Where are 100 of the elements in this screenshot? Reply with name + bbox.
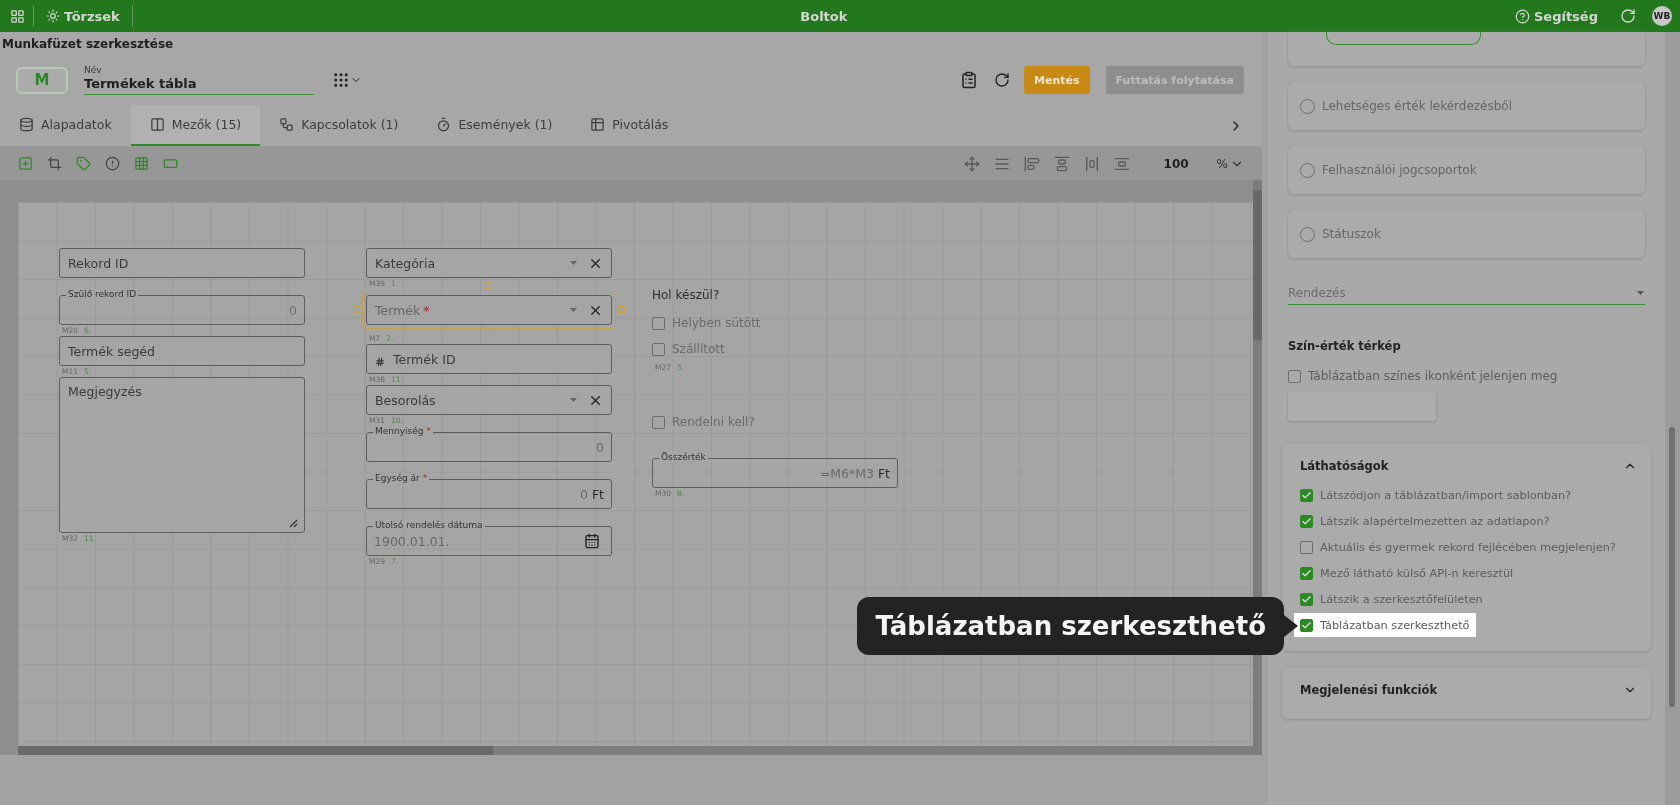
checkbox-label: Szállított [672, 342, 725, 356]
section-header[interactable]: Láthatóságok [1300, 459, 1637, 473]
checkbox-row[interactable]: Aktuális és gyermek rekord fejlécében megjelenjen? [1294, 535, 1622, 559]
section-title: Szín-érték térkép [1288, 339, 1402, 353]
resize-handle-icon[interactable] [289, 519, 298, 528]
checkbox-label: Látszik a szerkesztőfelületen [1320, 592, 1483, 606]
field-value: 1900.01.01. [374, 533, 451, 549]
move-icon[interactable] [963, 155, 980, 172]
checkbox-label: Aktuális és gyermek rekord fejlécében megjelenjen? [1320, 540, 1616, 554]
horizontal-scrollbar[interactable] [18, 746, 1253, 755]
checkbox[interactable] [1288, 369, 1301, 383]
dropdown-caret-icon [1636, 290, 1645, 296]
tab[interactable]: Események (1) [417, 105, 572, 146]
dots-grid-icon [332, 71, 350, 89]
checkbox[interactable] [1300, 540, 1313, 554]
checkbox[interactable] [1300, 514, 1313, 528]
dropdown-caret-icon [569, 260, 578, 266]
field-value: =M6*M3 [818, 465, 874, 481]
resize-handle[interactable] [485, 331, 492, 338]
sun-icon [46, 9, 60, 23]
date-field[interactable]: Utolsó rendelés dátuma 1900.01.01. [366, 520, 612, 556]
number-field[interactable]: Szülő rekord ID 0 [59, 289, 305, 325]
checkbox[interactable] [1300, 566, 1313, 580]
field-label: Összérték [659, 452, 708, 463]
tab-icon [149, 117, 165, 132]
tab[interactable]: Mezők (15) [130, 105, 261, 146]
tab[interactable]: Alapadatok [0, 105, 131, 146]
select-field[interactable]: Kategória [366, 248, 612, 278]
tab-icon [436, 117, 452, 132]
field-label: Kategória [375, 255, 437, 271]
checkbox[interactable] [1300, 618, 1313, 632]
unit-label: Ft [591, 486, 604, 502]
tag-icon[interactable] [76, 156, 91, 171]
name-field[interactable]: Név Termékek tábla [84, 65, 314, 95]
checkbox[interactable] [1300, 488, 1313, 502]
checkbox-label: Mező látható külső API-n keresztül [1320, 566, 1514, 580]
tab[interactable]: Pivotálás [571, 105, 688, 146]
align-top-icon[interactable] [1053, 155, 1070, 172]
radio-option[interactable]: Státuszok [1288, 210, 1645, 258]
help-button[interactable]: Segítség [1508, 4, 1604, 28]
grid-icon[interactable] [134, 156, 149, 171]
select-field[interactable]: Besorolás [366, 385, 612, 415]
tab-icon [590, 117, 606, 132]
field-value: 0 [578, 486, 588, 502]
required-mark: * [422, 473, 428, 483]
zoom-unit-dropdown[interactable]: % [1216, 156, 1244, 171]
tab-icon [279, 117, 295, 132]
checkbox-label: Helyben sütött [672, 316, 761, 330]
rectangle-icon[interactable] [163, 156, 178, 171]
checkbox-row[interactable]: Mező látható külső API-n keresztül [1294, 561, 1520, 585]
checkbox[interactable] [652, 316, 665, 330]
dropdown-caret-icon [569, 397, 578, 403]
outline-button[interactable] [1326, 32, 1481, 45]
textarea-field[interactable]: Megjegyzés [59, 377, 305, 533]
distribute-horizontal-icon[interactable] [1083, 155, 1100, 172]
calendar-icon[interactable] [584, 533, 600, 549]
user-avatar[interactable]: WB [1652, 6, 1672, 26]
help-icon [1514, 8, 1530, 24]
number-field[interactable]: Mennyiség * 0 [366, 426, 612, 462]
checkbox-label: Táblázatban szerkeszthető [1320, 618, 1470, 632]
resize-handle[interactable] [618, 306, 625, 313]
side-scrollbar[interactable] [1665, 32, 1680, 805]
radio-option[interactable]: Lehetséges érték lekérdezésből [1288, 82, 1645, 130]
refresh-icon[interactable] [1618, 6, 1638, 26]
field-value: 0 [595, 439, 604, 455]
field-label: Mennyiség * [373, 426, 433, 437]
checkbox[interactable] [652, 415, 665, 429]
tab-icon [19, 117, 34, 132]
id-field[interactable]: Termék ID [366, 344, 612, 374]
crop-icon[interactable] [47, 156, 62, 171]
checkbox-row[interactable]: Látszódjon a táblázatban/import sablonban? [1294, 483, 1578, 507]
unit-label: Ft [877, 465, 890, 481]
distribute-vertical-icon[interactable] [1113, 155, 1130, 172]
zoom-value: 100 [1163, 156, 1189, 171]
dropdown-caret-icon [569, 307, 578, 313]
checkbox[interactable] [1300, 592, 1313, 606]
checkbox-row[interactable]: Látszik alapértelmezetten az adatlapon? [1294, 509, 1556, 533]
section-header[interactable]: Megjelenési funkciók [1300, 683, 1637, 697]
tab[interactable]: Kapcsolatok (1) [260, 105, 418, 146]
alert-icon[interactable] [105, 156, 120, 171]
checkbox-label: Látszik alapértelmezetten az adatlapon? [1320, 514, 1550, 528]
add-icon[interactable] [18, 156, 33, 171]
text-field[interactable]: Rekord ID [59, 248, 305, 278]
field-label: Utolsó rendelés dátuma [373, 520, 485, 531]
number-field[interactable]: Összérték =M6*M3 Ft [652, 452, 898, 488]
field-label: Egység ár * [373, 473, 430, 484]
number-field[interactable]: Egység ár * 0 Ft [366, 473, 612, 509]
checkbox-row[interactable]: Táblázatban szerkeszthető [1294, 613, 1476, 637]
resize-handle[interactable] [485, 282, 492, 289]
resize-handle[interactable] [353, 306, 360, 313]
text-field[interactable]: Termék segéd [59, 336, 305, 366]
align-left-icon[interactable] [1023, 155, 1040, 172]
tooltip: Táblázatban szerkeszthető [857, 597, 1284, 655]
checkbox[interactable] [652, 342, 665, 356]
radio-option[interactable]: Felhasználói jogcsoportok [1288, 146, 1645, 194]
save-button[interactable]: Mentés [1024, 66, 1090, 94]
section-button[interactable]: Törzsek [40, 4, 126, 28]
checkbox-row[interactable]: Látszik a szerkesztőfelületen [1294, 587, 1489, 611]
tooltip-arrow [1284, 615, 1298, 637]
checkbox-label: Rendelni kell? [672, 415, 755, 429]
